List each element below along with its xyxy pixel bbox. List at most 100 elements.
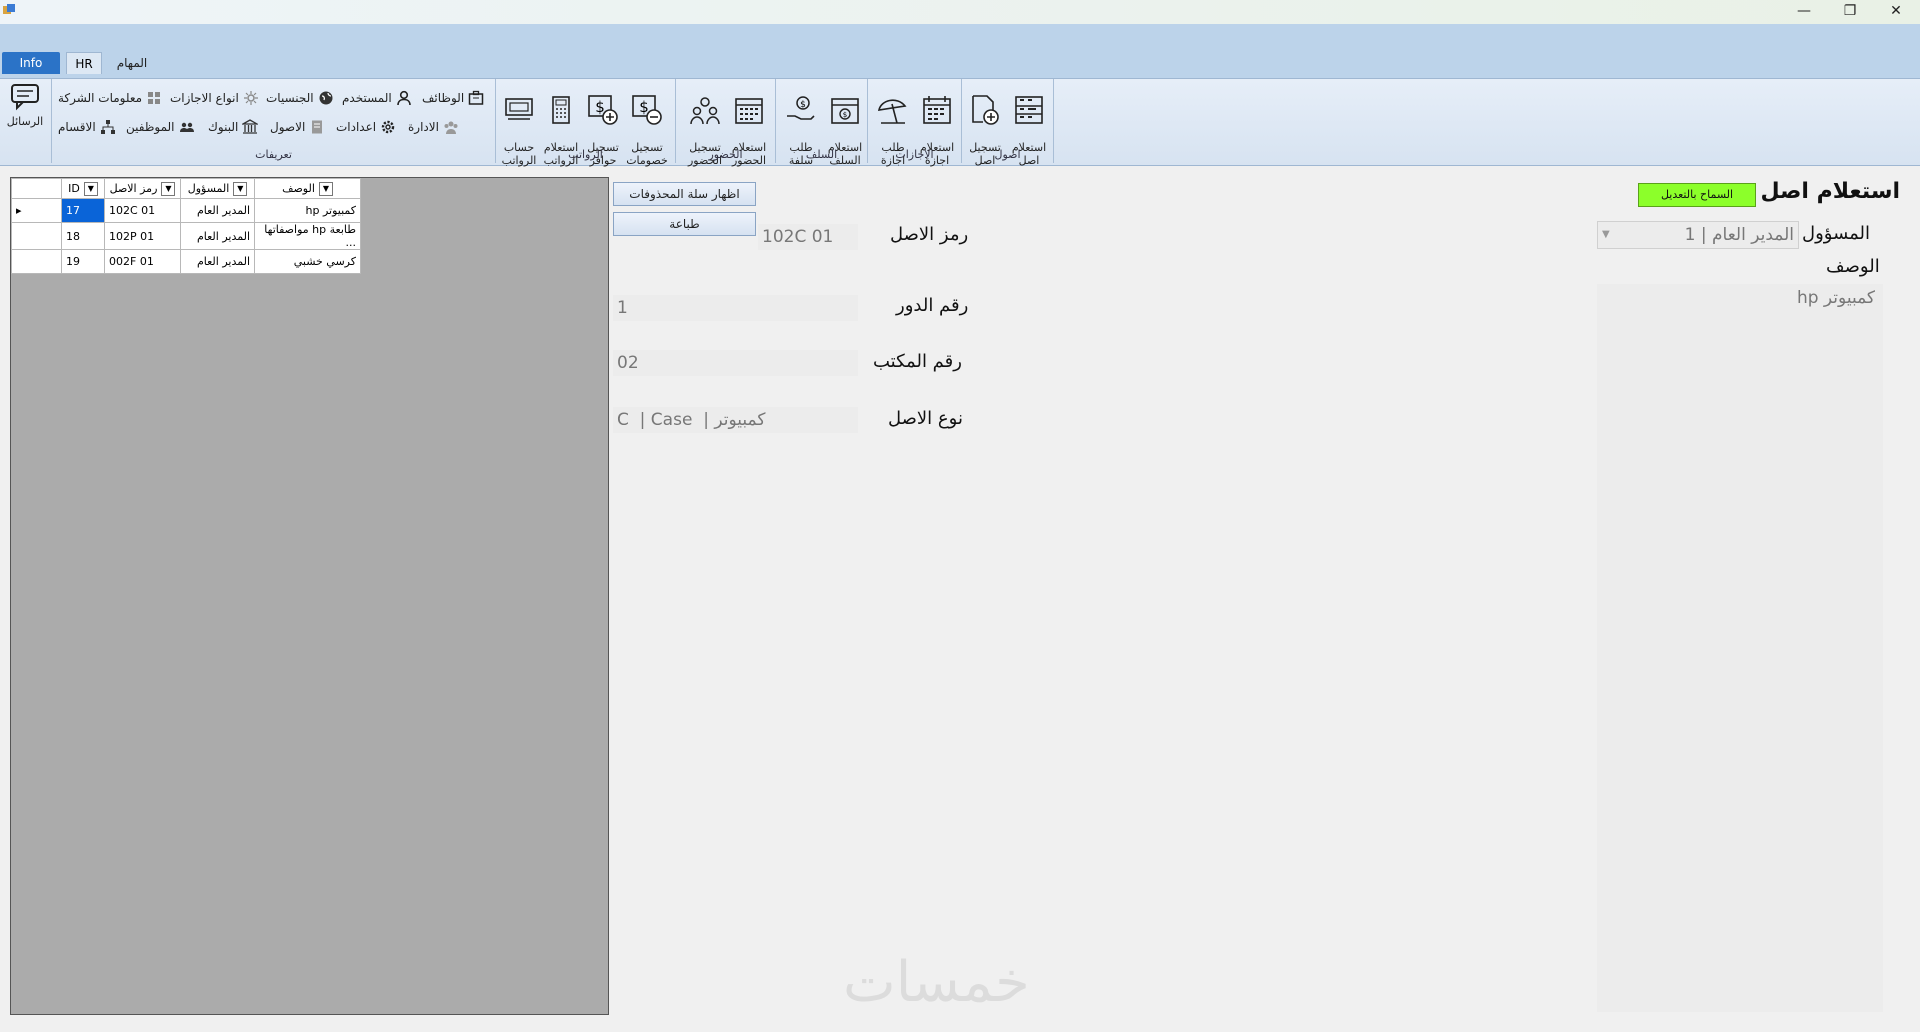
sun-icon xyxy=(243,91,258,105)
settings-button[interactable]: اعدادات xyxy=(336,116,396,138)
people-icon xyxy=(690,97,720,125)
messages-button[interactable]: الرسائل xyxy=(4,81,46,155)
assets-grid-panel[interactable]: ID ▼ رمز الاصل ▼ المسؤول ▼ الوصف ▼ ▸ 17 102C… xyxy=(10,177,609,1015)
maximize-button[interactable]: ❐ xyxy=(1827,0,1873,22)
filter-dropdown-icon[interactable]: ▼ xyxy=(83,181,98,196)
close-button[interactable]: ✕ xyxy=(1873,0,1919,22)
advance-inquiry-button[interactable]: $ استعلام السلف xyxy=(824,81,866,167)
column-header-id[interactable]: ID ▼ xyxy=(61,178,105,199)
employees-button[interactable]: الموظفين xyxy=(126,116,195,138)
hand-money-icon: $ xyxy=(787,96,815,120)
cell-desc[interactable]: كرسي خشبي xyxy=(254,249,361,274)
assets-def-label: الاصول xyxy=(270,120,306,134)
allow-edit-button[interactable]: السماح بالتعديل xyxy=(1638,183,1756,207)
chat-icon xyxy=(11,84,39,111)
cell-desc[interactable]: كمبيوتر hp xyxy=(254,198,361,223)
leave-types-button[interactable]: انواع الاجازات xyxy=(170,87,259,109)
salary-calc-button[interactable]: حساب الرواتب xyxy=(498,81,540,167)
banks-label: البنوك xyxy=(208,120,239,134)
company-info-button[interactable]: معلومات الشركة xyxy=(58,87,162,109)
tab-hr[interactable]: HR xyxy=(66,52,102,74)
user-label: المستخدم xyxy=(342,91,392,105)
briefcase-icon xyxy=(468,90,484,105)
row-selector[interactable] xyxy=(11,222,62,250)
jobs-button[interactable]: الوظائف xyxy=(422,87,484,109)
attendance-inquiry-button[interactable]: استعلام الحضور xyxy=(728,81,770,167)
column-header-code[interactable]: رمز الاصل ▼ xyxy=(104,178,181,199)
chevron-down-icon[interactable]: ▼ xyxy=(1602,222,1610,248)
leave-inquiry-button[interactable]: استعلام اجازة xyxy=(916,81,958,167)
administration-button[interactable]: الادارة xyxy=(408,116,459,138)
incentives-button[interactable]: $ تسجيل حوافز xyxy=(582,81,624,167)
cell-desc[interactable]: طابعة hp مواصفاتها ... xyxy=(254,222,361,250)
salaries-group-label: الرواتب xyxy=(568,148,603,161)
asset-register-button[interactable]: تسجيل اصل xyxy=(964,81,1006,167)
description-textarea[interactable]: كمبيوتر hp xyxy=(1597,284,1883,1012)
group-definitions: معلومات الشركة انواع الاجازات الجنسيات ا… xyxy=(52,79,496,163)
filter-dropdown-icon[interactable]: ▼ xyxy=(161,181,176,196)
floor-field[interactable]: 1 xyxy=(613,295,858,321)
ribbon: الرسائل معلومات الشركة انواع الاجازات ال… xyxy=(0,78,1920,167)
attendance-register-button[interactable]: تسجيل الحضور xyxy=(684,81,726,167)
cell-code[interactable]: 102P 01 xyxy=(104,222,181,250)
owner-combobox[interactable]: ▼ المدير العام | 1 xyxy=(1597,221,1799,249)
table-row[interactable]: ▸ 17 102C 01 المدير العام كمبيوتر hp xyxy=(11,198,361,223)
leave-request-button[interactable]: طلب اجازة xyxy=(872,81,914,167)
cell-code[interactable]: 002F 01 xyxy=(104,249,181,274)
calendar-money-icon: $ xyxy=(831,98,859,124)
calendar-grid-icon xyxy=(923,96,951,124)
banks-button[interactable]: البنوك xyxy=(208,116,259,138)
floor-label: رقم الدور xyxy=(896,295,969,316)
tab-info[interactable]: Info xyxy=(2,52,60,74)
office-field[interactable]: 02 xyxy=(613,350,858,376)
watermark: خمسات xyxy=(843,950,1030,1015)
user-button[interactable]: المستخدم xyxy=(342,87,412,109)
nationalities-button[interactable]: الجنسيات xyxy=(266,87,334,109)
calendar-icon xyxy=(735,98,763,124)
calculator-icon xyxy=(552,96,570,124)
departments-label: الاقسام xyxy=(58,120,96,134)
admin-group-icon xyxy=(444,121,458,134)
column-header-desc[interactable]: الوصف ▼ xyxy=(254,178,361,199)
cell-owner[interactable]: المدير العام xyxy=(180,198,255,223)
cell-id[interactable]: 17 xyxy=(61,198,105,223)
money-add-icon: $ xyxy=(588,95,618,125)
advance-request-button[interactable]: $ طلب سلفة xyxy=(780,81,822,167)
money-remove-icon: $ xyxy=(632,95,662,125)
show-deleted-button[interactable]: اظهار سلة المحذوفات xyxy=(613,182,756,206)
minimize-button[interactable]: — xyxy=(1781,0,1827,22)
row-selector[interactable] xyxy=(11,249,62,274)
definitions-group-label: تعريفات xyxy=(255,148,292,161)
asset-type-field[interactable]: C | Case | كمبيوتر xyxy=(613,407,858,433)
cell-id[interactable]: 19 xyxy=(61,249,105,274)
company-info-label: معلومات الشركة xyxy=(58,91,143,105)
umbrella-icon xyxy=(877,99,907,124)
assets-def-button[interactable]: الاصول xyxy=(270,116,325,138)
bank-icon xyxy=(242,119,259,134)
print-button[interactable]: طباعة xyxy=(613,212,756,236)
table-row[interactable]: 19 002F 01 المدير العام كرسي خشبي xyxy=(11,249,361,274)
asset-inquiry-button[interactable]: استعلام اصل xyxy=(1008,81,1050,167)
filter-dropdown-icon[interactable]: ▼ xyxy=(233,181,248,196)
asset-code-field[interactable]: 102C 01 xyxy=(758,224,858,250)
employees-label: الموظفين xyxy=(126,120,175,134)
cell-owner[interactable]: المدير العام xyxy=(180,249,255,274)
table-row[interactable]: 18 102P 01 المدير العام طابعة hp مواصفات… xyxy=(11,222,361,250)
departments-button[interactable]: الاقسام xyxy=(58,116,116,138)
assets-grid: ID ▼ رمز الاصل ▼ المسؤول ▼ الوصف ▼ ▸ 17 102C… xyxy=(11,178,361,274)
svg-text:$: $ xyxy=(800,100,806,110)
group-icon xyxy=(179,122,194,132)
cash-register-icon xyxy=(505,98,533,120)
cell-code[interactable]: 102C 01 xyxy=(104,198,181,223)
salary-inquiry-button[interactable]: استعلام الرواتب xyxy=(540,81,582,167)
group-salaries: حساب الرواتب استعلام الرواتب $ تسجيل حوا… xyxy=(496,79,676,167)
filter-dropdown-icon[interactable]: ▼ xyxy=(318,181,333,196)
deductions-button[interactable]: $ تسجيل خصومات xyxy=(626,81,668,167)
row-selector[interactable]: ▸ xyxy=(11,198,62,223)
cell-owner[interactable]: المدير العام xyxy=(180,222,255,250)
tab-tasks[interactable]: المهام xyxy=(108,52,156,74)
column-header-owner[interactable]: المسؤول ▼ xyxy=(180,178,255,199)
description-label: الوصف xyxy=(1826,256,1880,277)
document-add-icon xyxy=(972,95,999,125)
cell-id[interactable]: 18 xyxy=(61,222,105,250)
